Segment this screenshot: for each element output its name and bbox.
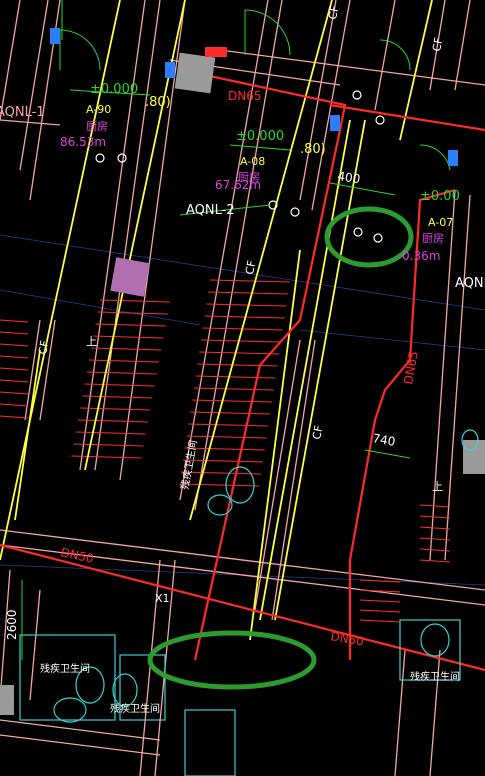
tag-aqnl-3: AQNL xyxy=(455,276,485,291)
axis-x1: X1 xyxy=(155,592,170,605)
cad-drawing-canvas[interactable]: AQNL-1 A-90 厨房 86.53m ±0.000 .80) ±0.000… xyxy=(0,0,485,776)
dn65-label-1: DN65 xyxy=(228,89,262,103)
column-block-1 xyxy=(174,52,216,94)
column-block-2 xyxy=(110,257,150,297)
room-name-1: 厨房 xyxy=(86,120,108,133)
room-code-1: A-90 xyxy=(86,103,111,116)
level-2: ±0.000 xyxy=(236,129,284,144)
pipe-cf-5: CF xyxy=(310,424,325,440)
bath-label-4: 残疾卫生间 xyxy=(410,670,460,683)
pipe-cf-3: CF xyxy=(36,339,51,355)
level-1: ±0.000 xyxy=(90,82,138,97)
canvas-background xyxy=(0,0,485,776)
bath-label-1: 残疾卫生间 xyxy=(40,662,90,675)
tag-aqnl-1: AQNL-1 xyxy=(0,105,45,120)
dim-2600: 2600 xyxy=(5,609,19,640)
bath-label-2: 残疾卫生间 xyxy=(110,702,160,715)
pipe-cf-2: CF xyxy=(430,36,445,52)
pipe-cf-1: CF xyxy=(326,4,341,20)
paren-2: .80) xyxy=(300,142,326,157)
column-block-4 xyxy=(0,685,14,715)
room-name-3: 厨房 xyxy=(422,232,444,245)
pipe-cf-4: CF xyxy=(243,259,258,275)
room-code-3: A-07 xyxy=(428,216,453,229)
tag-aqnl-2: AQNL-2 xyxy=(186,203,235,218)
column-block-3 xyxy=(463,440,485,474)
area-3: 0.36m xyxy=(402,249,440,263)
area-2: 67.62m xyxy=(215,178,261,192)
stair-up-2: 上 xyxy=(432,480,443,493)
stair-up-1: 上 xyxy=(86,335,97,348)
paren-1: .80) xyxy=(145,95,171,110)
red-marker xyxy=(205,47,227,57)
room-code-2: A-08 xyxy=(240,155,265,168)
area-1: 86.53m xyxy=(60,135,106,149)
level-3: ±0.00 xyxy=(420,189,460,204)
